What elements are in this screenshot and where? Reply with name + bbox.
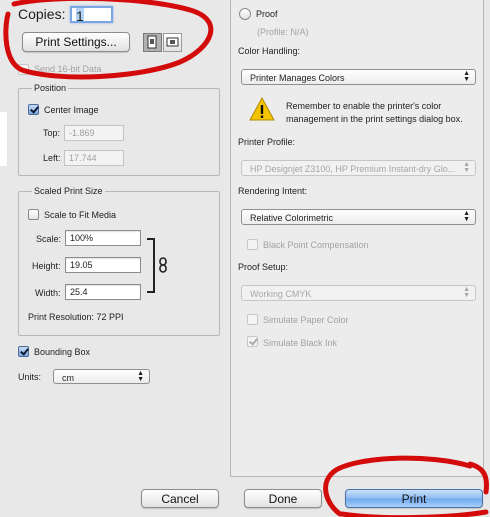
position-legend: Position bbox=[32, 83, 69, 93]
chain-glyph bbox=[159, 257, 167, 273]
warning-glyph bbox=[249, 96, 275, 121]
scaled-print-size-legend: Scaled Print Size bbox=[32, 186, 105, 196]
width-label: Width: bbox=[35, 288, 61, 298]
rendering-intent-value: Relative Colorimetric bbox=[250, 213, 334, 223]
print-resolution-text: Print Resolution: 72 PPI bbox=[28, 312, 124, 322]
black-point-checkbox[interactable] bbox=[247, 239, 258, 250]
height-label: Height: bbox=[32, 261, 61, 271]
scale-to-fit-checkbox[interactable] bbox=[28, 209, 39, 220]
simulate-ink-label: Simulate Black Ink bbox=[263, 338, 338, 348]
simulate-paper-checkbox[interactable] bbox=[247, 314, 258, 325]
simulate-ink-checkbox[interactable] bbox=[247, 336, 258, 347]
proof-radio[interactable] bbox=[239, 8, 251, 20]
proof-setup-popup[interactable]: Working CMYK ▲ ▼ bbox=[241, 285, 476, 301]
color-handling-popup[interactable]: Printer Manages Colors ▲ ▼ bbox=[241, 69, 476, 85]
print-settings-label: Print Settings... bbox=[35, 35, 117, 49]
bounding-box-checkbox[interactable] bbox=[18, 346, 29, 357]
simulate-paper-label: Simulate Paper Color bbox=[263, 315, 349, 325]
proof-profile-text: (Profile: N/A) bbox=[257, 27, 309, 37]
printer-profile-label: Printer Profile: bbox=[238, 137, 296, 147]
portrait-page-glyph bbox=[147, 35, 157, 49]
width-field[interactable]: 25.4 bbox=[65, 284, 141, 300]
link-chain-icon[interactable] bbox=[158, 257, 168, 273]
height-value: 19.05 bbox=[70, 260, 93, 270]
popup-arrows-icon: ▲ ▼ bbox=[463, 70, 470, 83]
left-field[interactable]: 17.744 bbox=[64, 150, 124, 166]
scale-field[interactable]: 100% bbox=[65, 230, 141, 246]
print-button[interactable]: Print bbox=[345, 489, 483, 508]
width-value: 25.4 bbox=[70, 287, 88, 297]
send-16bit-checkbox[interactable] bbox=[18, 64, 29, 75]
popup-arrows-icon: ▲ ▼ bbox=[463, 210, 470, 223]
printer-profile-popup[interactable]: HP Designjet Z3100, HP Premium Instant-d… bbox=[241, 160, 476, 176]
top-value: -1.869 bbox=[69, 128, 95, 138]
page-setup-icon[interactable] bbox=[143, 33, 162, 52]
units-popup[interactable]: cm ▲ ▼ bbox=[53, 369, 150, 384]
left-label: Left: bbox=[43, 153, 61, 163]
cancel-label: Cancel bbox=[161, 492, 199, 506]
landscape-page-glyph bbox=[166, 37, 179, 47]
center-image-checkbox[interactable] bbox=[28, 104, 39, 115]
height-field[interactable]: 19.05 bbox=[65, 257, 141, 273]
popup-arrows-icon: ▲ ▼ bbox=[137, 370, 144, 383]
warning-text: Remember to enable the printer's color m… bbox=[286, 101, 463, 124]
units-label: Units: bbox=[18, 372, 42, 382]
send-16bit-label: Send 16-bit Data bbox=[34, 64, 102, 74]
cancel-button[interactable]: Cancel bbox=[141, 489, 219, 508]
color-handling-label: Color Handling: bbox=[238, 46, 301, 56]
scale-to-fit-label: Scale to Fit Media bbox=[44, 210, 117, 220]
proof-label: Proof bbox=[256, 9, 278, 19]
color-handling-value: Printer Manages Colors bbox=[250, 73, 345, 83]
scale-label: Scale: bbox=[36, 234, 62, 244]
popup-arrows-icon: ▲ ▼ bbox=[463, 161, 470, 174]
done-button[interactable]: Done bbox=[244, 489, 322, 508]
printer-preset-icon[interactable] bbox=[163, 33, 182, 52]
copies-value: 1 bbox=[76, 8, 84, 23]
popup-arrows-icon: ▲ ▼ bbox=[463, 286, 470, 299]
left-value: 17.744 bbox=[69, 153, 97, 163]
copies-label: Copies: bbox=[18, 6, 66, 22]
proof-setup-value: Working CMYK bbox=[250, 289, 312, 299]
center-image-label: Center Image bbox=[44, 105, 99, 115]
print-settings-button[interactable]: Print Settings... bbox=[22, 32, 130, 52]
print-label: Print bbox=[401, 492, 427, 506]
rendering-intent-label: Rendering Intent: bbox=[238, 186, 308, 196]
black-point-label: Black Point Compensation bbox=[263, 240, 369, 250]
top-label: Top: bbox=[43, 128, 61, 138]
warning-icon bbox=[249, 96, 275, 122]
rendering-intent-popup[interactable]: Relative Colorimetric ▲ ▼ bbox=[241, 209, 476, 225]
proof-setup-label: Proof Setup: bbox=[238, 262, 289, 272]
background-window-edge bbox=[0, 112, 7, 166]
printer-profile-value: HP Designjet Z3100, HP Premium Instant-d… bbox=[250, 164, 456, 174]
units-value: cm bbox=[62, 373, 74, 383]
copies-field[interactable]: 1 bbox=[70, 6, 113, 23]
done-label: Done bbox=[268, 492, 298, 506]
link-bracket bbox=[147, 238, 155, 293]
scale-value: 100% bbox=[70, 233, 94, 243]
bounding-box-label: Bounding Box bbox=[34, 347, 91, 357]
top-field[interactable]: -1.869 bbox=[64, 125, 124, 141]
